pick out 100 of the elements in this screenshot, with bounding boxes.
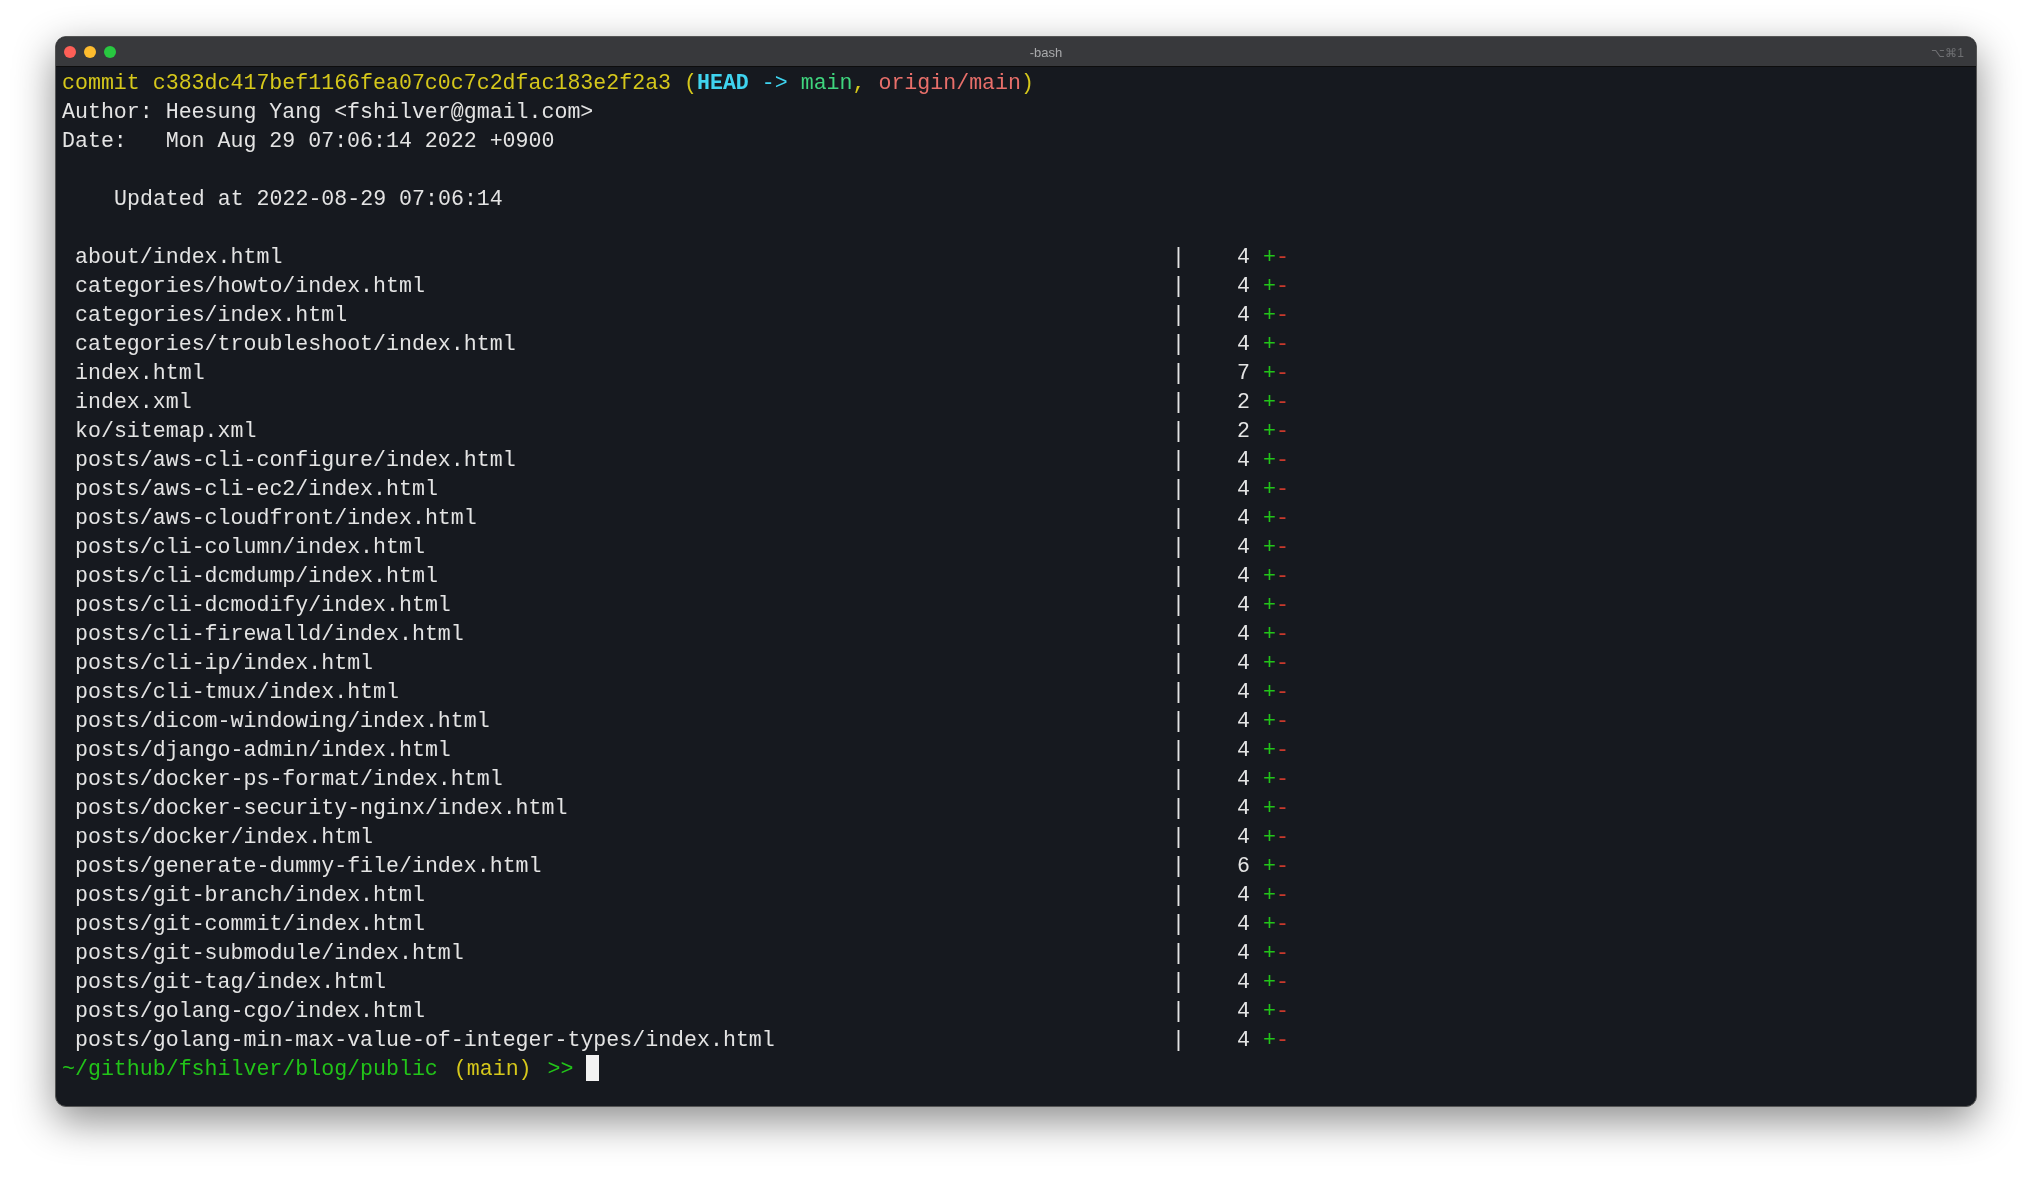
change-count: 4 [1236,824,1250,851]
commit-message: Updated at 2022-08-29 07:06:14 [113,186,503,213]
file-path: about/index.html [75,245,283,269]
change-count: 4 [1236,650,1250,677]
change-count: 4 [1236,795,1250,822]
file-path: posts/docker-security-nginx/index.html [75,796,568,820]
file-path: posts/docker/index.html [75,825,374,849]
file-path: posts/generate-dummy-file/index.html [75,854,542,878]
separator: | [1172,1027,1186,1054]
diff-graph: +- [1263,302,1289,329]
separator: | [1172,534,1186,561]
separator: | [1172,650,1186,677]
diff-graph: +- [1263,882,1289,909]
close-button[interactable] [64,45,76,58]
change-count: 4 [1236,534,1250,561]
separator: | [1172,592,1186,619]
separator: | [1172,621,1186,648]
file-path: posts/aws-cli-ec2/index.html [75,477,438,501]
separator: | [1172,882,1186,909]
diff-graph: +- [1263,244,1289,271]
separator: | [1172,476,1186,503]
separator: | [1172,563,1186,590]
file-path: posts/dicom-windowing/index.html [75,709,490,733]
diff-graph: +- [1263,708,1289,735]
minimize-button[interactable] [84,45,96,58]
separator: | [1172,998,1186,1025]
separator: | [1172,853,1186,880]
window-title: -bash [1029,44,1063,60]
separator: | [1172,969,1186,996]
diff-graph: +- [1263,998,1289,1025]
change-count: 4 [1236,998,1250,1025]
file-path: posts/docker-ps-format/index.html [75,767,503,791]
file-path: index.html [75,361,205,385]
change-count: 4 [1236,621,1250,648]
diff-graph: +- [1263,534,1289,561]
separator: | [1172,418,1186,445]
change-count: 4 [1236,476,1250,503]
separator: | [1172,447,1186,474]
change-count: 4 [1236,679,1250,706]
diff-graph: +- [1263,505,1289,532]
file-path: posts/aws-cloudfront/index.html [75,506,477,530]
diff-graph: +- [1263,969,1289,996]
separator: | [1172,766,1186,793]
diff-graph: +- [1263,563,1289,590]
change-count: 4 [1236,505,1250,532]
change-count: 4 [1236,708,1250,735]
date-line: Date: Mon Aug 29 07:06:14 2022 +0900 [62,128,555,155]
diff-graph: +- [1263,476,1289,503]
file-path: posts/git-branch/index.html [75,883,425,907]
file-path: posts/golang-cgo/index.html [75,999,425,1023]
change-count: 4 [1236,911,1250,938]
diff-graph: +- [1263,853,1289,880]
file-path: categories/troubleshoot/index.html [75,332,516,356]
diff-graph: +- [1263,418,1289,445]
change-count: 4 [1236,969,1250,996]
change-count: 4 [1236,563,1250,590]
zoom-button[interactable] [104,45,116,58]
author-line: Author: Heesung Yang <fshilver@gmail.com> [62,99,594,126]
diff-graph: +- [1263,447,1289,474]
change-count: 4 [1236,302,1250,329]
diff-graph: +- [1263,331,1289,358]
diff-graph: +- [1263,824,1289,851]
change-count: 4 [1236,940,1250,967]
diff-graph: +- [1263,679,1289,706]
diff-graph: +- [1263,273,1289,300]
diff-graph: +- [1263,389,1289,416]
diff-graph: +- [1263,737,1289,764]
separator: | [1172,824,1186,851]
separator: | [1172,679,1186,706]
separator: | [1172,737,1186,764]
file-path: categories/index.html [75,303,348,327]
diff-graph: +- [1263,795,1289,822]
change-count: 6 [1236,853,1250,880]
file-path: posts/golang-min-max-value-of-integer-types/index.html [75,1028,775,1052]
file-path: posts/cli-tmux/index.html [75,680,399,704]
change-count: 4 [1236,331,1250,358]
diff-graph: +- [1263,1027,1289,1054]
change-count: 4 [1236,592,1250,619]
cursor[interactable] [586,1055,600,1081]
file-path: posts/git-commit/index.html [75,912,425,936]
separator: | [1172,273,1186,300]
change-count: 2 [1236,389,1250,416]
file-path: ko/sitemap.xml [75,419,257,443]
file-path: posts/cli-ip/index.html [75,651,374,675]
prompt-symbol: >> [547,1056,574,1083]
file-path: posts/cli-dcmodify/index.html [75,593,451,617]
separator: | [1172,244,1186,271]
change-count: 2 [1236,418,1250,445]
file-path: index.xml [75,390,192,414]
change-count: 4 [1236,1027,1250,1054]
separator: | [1172,708,1186,735]
separator: | [1172,331,1186,358]
separator: | [1172,389,1186,416]
separator: | [1172,940,1186,967]
change-count: 4 [1236,273,1250,300]
change-count: 7 [1236,360,1250,387]
diff-graph: +- [1263,360,1289,387]
file-path: posts/cli-column/index.html [75,535,425,559]
change-count: 4 [1236,737,1250,764]
file-path: posts/django-admin/index.html [75,738,451,762]
